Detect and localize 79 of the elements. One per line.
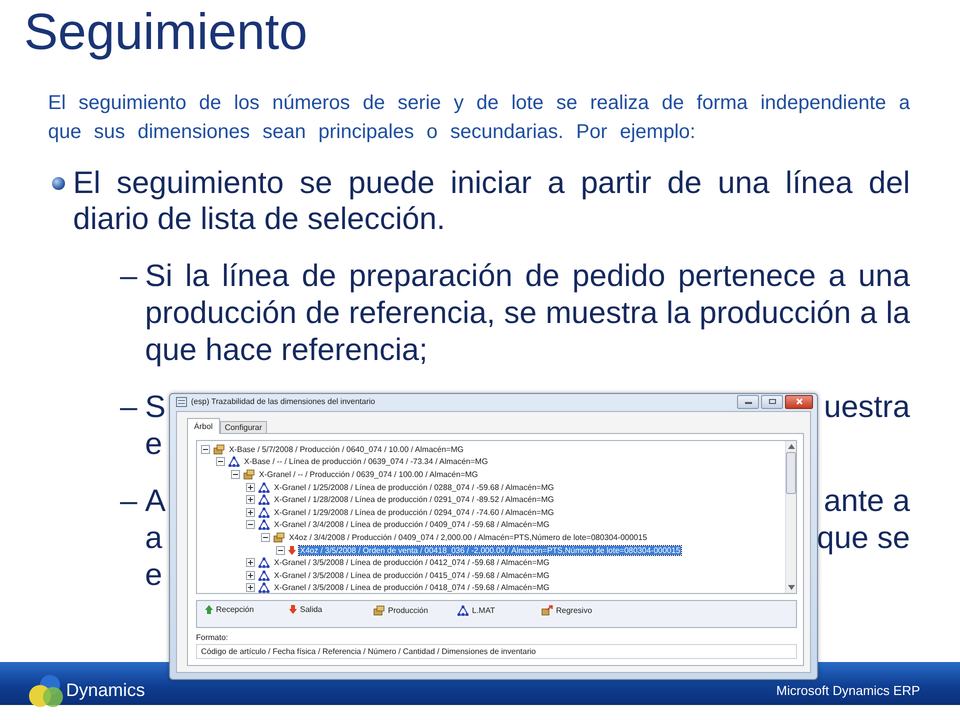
legend-label: Producción xyxy=(388,606,428,615)
up-arrow-icon xyxy=(205,605,213,614)
brand-name: Dynamics xyxy=(66,680,146,701)
triangle-dots-icon xyxy=(258,582,270,594)
expander-icon[interactable] xyxy=(216,457,225,466)
tab[interactable]: Árbol xyxy=(187,418,220,434)
tree-item[interactable]: X-Base / -- / Línea de producción / 0639_074 / -73.34 / Almacén=MG xyxy=(243,457,489,466)
sub-bullet-text: Si la línea de preparación de pedido pertenece a una producción de referencia, se muestra la producción a la que hace referencia; xyxy=(145,257,910,368)
triangle-dots-icon xyxy=(258,494,270,506)
expander-icon[interactable] xyxy=(246,495,255,504)
minimize-button[interactable] xyxy=(737,394,759,408)
scroll-up-icon[interactable] xyxy=(788,444,794,449)
maximize-button[interactable] xyxy=(761,394,783,408)
sub-bullet-text: a xyxy=(145,519,162,556)
expander-icon[interactable] xyxy=(246,508,255,517)
sub-bullet-text: e xyxy=(145,425,162,462)
expander-icon[interactable] xyxy=(261,532,270,542)
box-arrow-icon xyxy=(541,605,553,616)
expander-icon[interactable] xyxy=(246,520,255,530)
tree-item[interactable]: X-Granel / 1/28/2008 / Línea de producción / 0291_074 / -89.52 / Almacén=MG xyxy=(273,495,555,504)
bullet-text: El seguimiento se puede iniciar a partir de una línea del diario de lista de selección. xyxy=(73,165,910,237)
sub-bullet-text: ante a xyxy=(824,482,910,519)
triangle-dots-icon xyxy=(228,456,240,468)
tree-item[interactable]: X-Granel / 3/5/2008 / Línea de producción / 0418_074 / -59.68 / Almacén=MG xyxy=(273,583,551,592)
intro-paragraph: El seguimiento de los números de serie y de lote se realiza de forma independiente a que sus dimensiones sean principales o secundarias. Por ejemplo: xyxy=(48,91,910,144)
slide-title: Seguimiento xyxy=(24,2,309,62)
legend-label: Regresivo xyxy=(556,606,592,615)
window-title: (esp) Trazabilidad de las dimensiones del inventario xyxy=(191,397,376,406)
legend-label: L.MAT xyxy=(472,606,495,615)
sub-bullet-text: que se xyxy=(816,519,910,556)
tree-item[interactable]: X-Granel / 3/5/2008 / Línea de producción / 0415_074 / -59.68 / Almacén=MG xyxy=(273,570,551,580)
expander-icon[interactable] xyxy=(201,444,210,454)
legend-label: Recepción xyxy=(216,605,254,614)
tree-item[interactable]: X-Granel / -- / Producción / 0639_074 / 100.00 / Almacén=MG xyxy=(258,470,480,479)
expander-icon[interactable] xyxy=(246,570,255,580)
expander-icon[interactable] xyxy=(246,482,255,492)
triangle-dots-icon xyxy=(258,557,270,568)
dash-marker: – xyxy=(120,257,138,295)
boxes-icon xyxy=(373,605,385,616)
sub-bullet-text: e xyxy=(145,556,162,593)
boxes-icon xyxy=(243,468,255,480)
boxes-icon xyxy=(273,532,285,543)
down-arrow-icon xyxy=(289,605,297,614)
format-field[interactable]: Código de artículo / Fecha física / Referencia / Número / Cantidad / Dimensiones de inventario xyxy=(196,644,797,659)
circles-logo-icon xyxy=(28,674,66,708)
dash-marker: – xyxy=(120,388,138,426)
sub-bullet-text: uestra xyxy=(824,388,910,425)
legend-label: Salida xyxy=(300,605,322,614)
sub-bullet-text: A xyxy=(145,482,166,519)
tree-item[interactable]: X-Granel / 1/29/2008 / Línea de producción / 0294_074 / -74.60 / Almacén=MG xyxy=(273,508,555,517)
close-icon xyxy=(794,398,804,405)
bullet-ball-icon xyxy=(52,177,65,190)
tree-item[interactable]: X-Granel / 3/5/2008 / Línea de producción / 0412_074 / -59.68 / Almacén=MG xyxy=(273,558,551,568)
expander-icon[interactable] xyxy=(246,558,255,568)
sub-bullet-text: S xyxy=(145,388,166,425)
close-button[interactable] xyxy=(785,394,813,408)
tree-item[interactable]: X4oz / 3/4/2008 / Producción / 0409_074 / 2,000.00 / Almacén=PTS,Número de lote=080304-000015 xyxy=(288,532,648,542)
format-label: Formato: xyxy=(196,633,230,642)
tab[interactable]: Configurar xyxy=(220,421,268,433)
expander-icon[interactable] xyxy=(276,546,285,555)
dash-marker: – xyxy=(120,482,138,520)
expander-icon[interactable] xyxy=(246,583,255,592)
down-arrow-icon xyxy=(288,546,296,555)
maximize-icon xyxy=(768,398,776,405)
scrollbar[interactable] xyxy=(785,441,796,593)
product-name: Microsoft Dynamics ERP xyxy=(776,683,920,698)
triangle-dots-icon xyxy=(258,570,270,581)
triangle-dots-icon xyxy=(258,506,270,518)
tree-item[interactable]: X4oz / 3/5/2008 / Orden de venta / 00418_036 / -2,000.00 / Almacén=PTS,Número de lote=080304-000015 xyxy=(299,546,682,555)
triangle-dots-icon xyxy=(258,519,270,530)
tree-item[interactable]: X-Granel / 3/4/2008 / Línea de producción / 0409_074 / -59.68 / Almacén=MG xyxy=(273,520,551,530)
expander-icon[interactable] xyxy=(231,470,240,479)
triangle-dots-icon xyxy=(258,482,270,493)
window-app-icon xyxy=(176,396,187,406)
tree-item[interactable]: X-Granel / 1/25/2008 / Línea de producción / 0288_074 / -59.68 / Almacén=MG xyxy=(273,482,555,492)
scroll-down-icon[interactable] xyxy=(788,585,794,590)
boxes-icon xyxy=(213,444,225,455)
tree-item[interactable]: X-Base / 5/7/2008 / Producción / 0640_074 / 10.00 / Almacén=MG xyxy=(228,444,465,454)
triangle-dots-icon xyxy=(457,605,469,616)
